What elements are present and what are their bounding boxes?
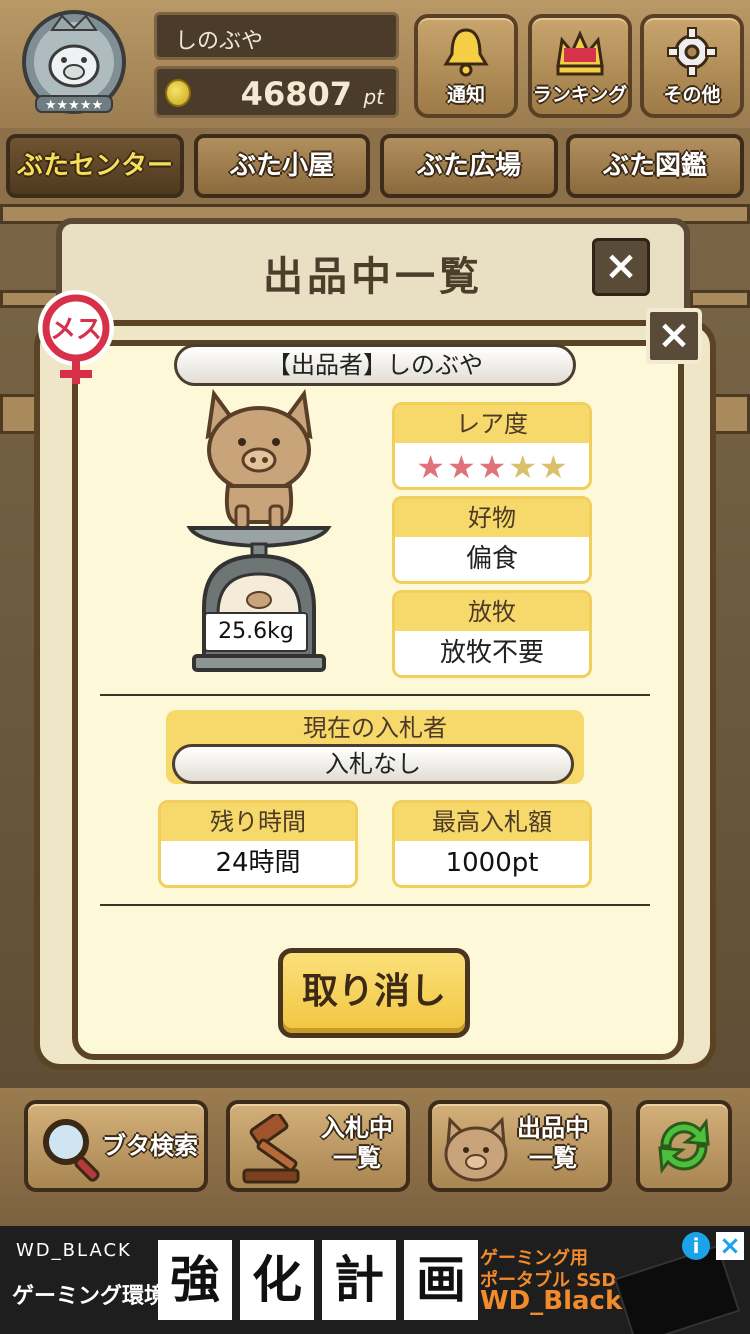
- star-filled-icon: ★: [416, 448, 445, 486]
- highest-bid-label: 最高入札額: [395, 803, 589, 841]
- ad-banner[interactable]: WD_BLACK ゲーミング環境 強 化 計 画 ゲーミング用 ポータブル SS…: [0, 1226, 750, 1334]
- current-bidder-value: 入札なし: [172, 744, 574, 784]
- ad-headline-char: 画: [404, 1240, 478, 1320]
- ad-tagline: ゲーミング環境: [12, 1284, 167, 1309]
- bidding-label-line1: 入札中: [321, 1114, 393, 1142]
- remaining-time-value: 24時間: [215, 848, 301, 878]
- grazing-label: 放牧: [395, 593, 589, 631]
- star-filled-icon: ★: [477, 448, 507, 486]
- pig-face-icon: [444, 1116, 508, 1182]
- dialog-close-button[interactable]: ×: [646, 308, 702, 364]
- listing-list-button[interactable]: 出品中 一覧: [428, 1100, 612, 1192]
- current-bidder-label: 現在の入札者: [303, 714, 447, 742]
- ad-info-icon[interactable]: i: [682, 1232, 710, 1260]
- female-gender-icon: メス: [38, 290, 114, 384]
- refresh-button[interactable]: [636, 1100, 732, 1192]
- points-unit: pt: [363, 85, 384, 109]
- settings-label: その他: [663, 84, 721, 106]
- header: ★★★★★ しのぶや 46807 pt 通知 ランキング その他: [0, 0, 750, 128]
- points-display: 46807 pt: [154, 66, 399, 118]
- star-filled-icon: ★: [446, 448, 476, 486]
- favorite-value: 偏食: [465, 544, 518, 574]
- remaining-time-card: 残り時間 24時間: [158, 800, 358, 888]
- svg-text:★★★★★: ★★★★★: [45, 98, 103, 113]
- tab-buta-encyclopedia[interactable]: ぶた図鑑: [566, 134, 744, 198]
- current-bidder-card: 現在の入札者 入札なし: [166, 710, 584, 784]
- points-value: 46807: [240, 75, 352, 113]
- listing-title: 出品中一覧: [263, 254, 483, 300]
- grazing-value: 放牧不要: [439, 638, 544, 668]
- settings-button[interactable]: その他: [640, 14, 744, 118]
- star-empty-icon: ★: [539, 448, 568, 486]
- gear-icon: [667, 27, 717, 77]
- gender-label: メス: [50, 315, 102, 345]
- username-display: しのぶや: [154, 12, 399, 60]
- tab-buta-center[interactable]: ぶたセンター: [6, 134, 184, 198]
- ranking-button[interactable]: ランキング: [528, 14, 632, 118]
- coin-icon: [165, 79, 191, 107]
- ranking-label: ランキング: [532, 84, 628, 106]
- listing-label-line2: 一覧: [529, 1144, 577, 1172]
- seller-name: 【出品者】しのぶや: [174, 344, 576, 386]
- bell-icon: [443, 28, 489, 77]
- favorite-food-card: 好物 偏食: [392, 496, 592, 584]
- wood-beam: [690, 290, 750, 308]
- ad-headline-char: 化: [240, 1240, 314, 1320]
- pig-search-label: ブタ検索: [102, 1132, 198, 1160]
- ad-brand: WD_BLACK: [16, 1240, 132, 1261]
- highest-bid-value: 1000pt: [445, 848, 539, 878]
- grazing-card: 放牧 放牧不要: [392, 590, 592, 678]
- listing-label-line1: 出品中: [517, 1114, 589, 1142]
- pig-search-button[interactable]: ブタ検索: [24, 1100, 208, 1192]
- star-empty-icon: ★: [508, 448, 538, 486]
- crown-icon: [556, 30, 604, 76]
- bottom-toolbar: ブタ検索 入札中 一覧 出品中 一覧: [0, 1088, 750, 1226]
- ad-headline-char: 計: [322, 1240, 396, 1320]
- main-tabs: ぶたセンター ぶた小屋 ぶた広場 ぶた図鑑: [0, 128, 750, 204]
- tab-buta-plaza[interactable]: ぶた広場: [380, 134, 558, 198]
- highest-bid-card: 最高入札額 1000pt: [392, 800, 592, 888]
- rarity-card: レア度 ★ ★ ★ ★ ★: [392, 402, 592, 490]
- weight-value: 25.6kg: [204, 612, 308, 652]
- player-rank-badge-icon[interactable]: ★★★★★: [12, 6, 136, 124]
- magnifier-icon: [43, 1119, 100, 1182]
- bidding-label-line2: 一覧: [333, 1144, 381, 1172]
- rarity-label: レア度: [395, 405, 589, 443]
- gavel-icon: [242, 1114, 300, 1184]
- rarity-stars: ★ ★ ★ ★ ★: [395, 443, 589, 485]
- remaining-time-label: 残り時間: [161, 803, 355, 841]
- divider: [100, 694, 650, 696]
- cancel-listing-button[interactable]: 取り消し: [278, 948, 470, 1038]
- listing-close-button[interactable]: ×: [592, 238, 650, 296]
- wood-beam: [712, 394, 750, 434]
- tab-buta-hut[interactable]: ぶた小屋: [194, 134, 370, 198]
- notification-button[interactable]: 通知: [414, 14, 518, 118]
- ad-headline: 強 化 計 画: [158, 1240, 478, 1320]
- divider: [100, 904, 650, 906]
- refresh-icon: [658, 1117, 710, 1175]
- favorite-label: 好物: [395, 499, 589, 537]
- bidding-list-button[interactable]: 入札中 一覧: [226, 1100, 410, 1192]
- ad-close-icon[interactable]: ×: [716, 1232, 744, 1260]
- ad-headline-char: 強: [158, 1240, 232, 1320]
- notification-label: 通知: [446, 84, 485, 106]
